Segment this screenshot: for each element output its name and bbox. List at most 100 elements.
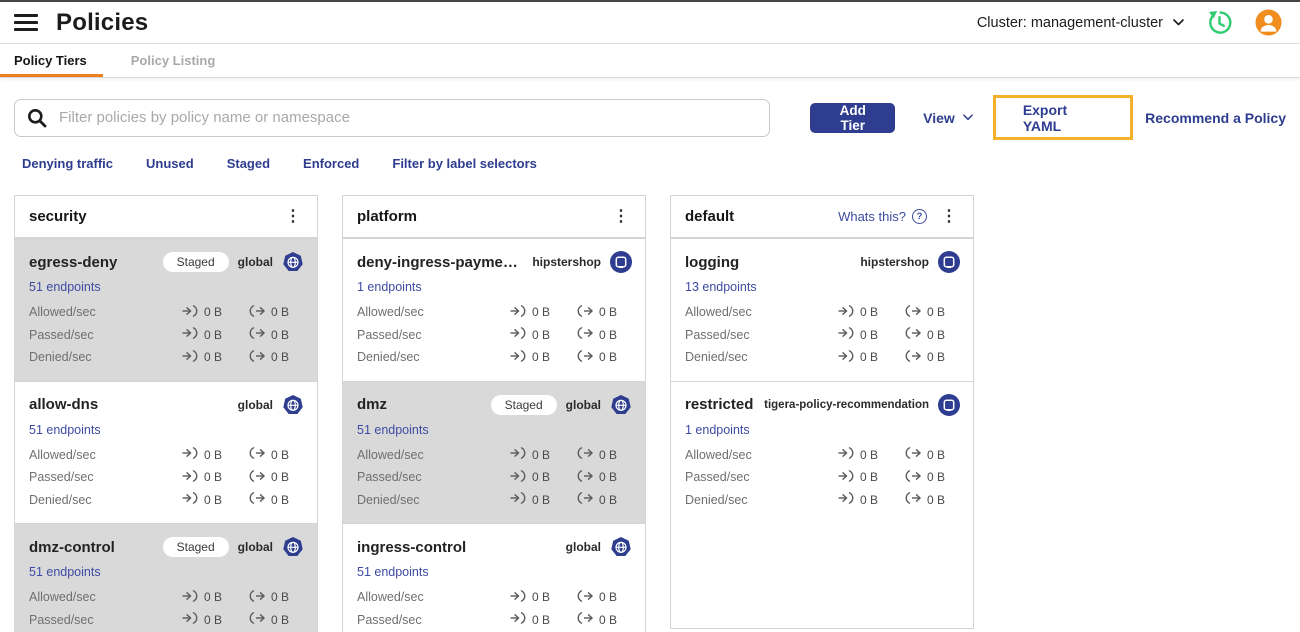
- filter-denying-traffic[interactable]: Denying traffic: [22, 156, 113, 171]
- egress-icon: [577, 304, 594, 320]
- kebab-menu-icon[interactable]: ⋮: [609, 208, 633, 225]
- policy-card-logging[interactable]: logging hipstershop 13 endpoints Allowed…: [671, 238, 973, 381]
- egress-value: 0 B: [271, 447, 290, 462]
- ingress-icon: [838, 492, 855, 507]
- egress-icon: [577, 327, 594, 342]
- view-label: View: [923, 109, 955, 126]
- ingress-value: 0 B: [204, 492, 223, 507]
- egress-value: 0 B: [599, 327, 618, 342]
- recommend-policy-button[interactable]: Recommend a Policy: [1145, 110, 1286, 126]
- ingress-icon: [182, 327, 199, 342]
- filter-unused[interactable]: Unused: [146, 156, 194, 171]
- egress-value: 0 B: [271, 350, 290, 365]
- ingress-icon: [510, 304, 527, 320]
- egress-value: 0 B: [927, 305, 946, 320]
- egress-value: 0 B: [271, 492, 290, 507]
- metric-label: Denied/sec: [357, 350, 420, 365]
- cluster-selector[interactable]: Cluster: management-cluster: [977, 15, 1184, 31]
- endpoints-link[interactable]: 1 endpoints: [685, 423, 750, 437]
- search-icon: [27, 108, 47, 133]
- ingress-value: 0 B: [532, 470, 551, 485]
- policy-card-allow-dns[interactable]: allow-dns global 51 endpoints Allowed/se…: [15, 380, 317, 523]
- endpoints-link[interactable]: 51 endpoints: [357, 423, 429, 437]
- egress-value: 0 B: [927, 470, 946, 485]
- filter-label-selectors[interactable]: Filter by label selectors: [392, 156, 537, 171]
- ingress-value: 0 B: [860, 327, 879, 342]
- policy-card-restricted[interactable]: restricted tigera-policy-recommendation …: [671, 380, 973, 523]
- ingress-value: 0 B: [860, 492, 879, 507]
- metric-label: Passed/sec: [357, 612, 422, 627]
- ingress-icon: [510, 349, 527, 365]
- metric-label: Allowed/sec: [29, 447, 96, 462]
- namespace-scope-icon: [610, 251, 632, 273]
- metric-label: Passed/sec: [29, 612, 94, 627]
- policy-scope-label: hipstershop: [860, 255, 929, 269]
- ingress-icon: [182, 349, 199, 365]
- policy-card-deny-ingress-paymentservice[interactable]: deny-ingress-paymentservi... hipstershop…: [343, 238, 645, 381]
- ingress-icon: [838, 349, 855, 365]
- namespace-scope-icon: [938, 251, 960, 273]
- tier-header: security ⋮: [15, 196, 317, 238]
- ingress-value: 0 B: [204, 447, 223, 462]
- egress-icon: [249, 589, 266, 605]
- ingress-value: 0 B: [860, 305, 879, 320]
- metric-label: Allowed/sec: [29, 590, 96, 605]
- metric-label: Allowed/sec: [29, 305, 96, 320]
- kebab-menu-icon[interactable]: ⋮: [281, 208, 305, 225]
- ingress-icon: [510, 327, 527, 342]
- metric-label: Allowed/sec: [685, 305, 752, 320]
- endpoints-link[interactable]: 51 endpoints: [29, 280, 101, 294]
- policy-card-dmz-control[interactable]: dmz-control Staged global 51 endpoints A…: [15, 523, 317, 632]
- egress-icon: [577, 492, 594, 507]
- egress-value: 0 B: [271, 590, 290, 605]
- egress-value: 0 B: [599, 470, 618, 485]
- filter-staged[interactable]: Staged: [227, 156, 270, 171]
- egress-icon: [249, 304, 266, 320]
- metric-label: Passed/sec: [29, 327, 94, 342]
- whats-this-link[interactable]: Whats this? ?: [838, 209, 927, 224]
- history-icon[interactable]: [1206, 9, 1233, 36]
- export-yaml-label: Export YAML: [1022, 101, 1068, 134]
- egress-icon: [905, 304, 922, 320]
- policy-card-ingress-control[interactable]: ingress-control global 51 endpoints Allo…: [343, 523, 645, 632]
- tab-policy-tiers[interactable]: Policy Tiers: [0, 44, 103, 77]
- ingress-icon: [838, 304, 855, 320]
- ingress-value: 0 B: [532, 305, 551, 320]
- endpoints-link[interactable]: 51 endpoints: [29, 423, 101, 437]
- metric-label: Denied/sec: [29, 350, 92, 365]
- egress-icon: [577, 469, 594, 485]
- export-yaml-button-highlighted[interactable]: Export YAML: [992, 95, 1134, 140]
- chevron-down-icon: [1173, 19, 1184, 26]
- search-input[interactable]: [14, 98, 771, 137]
- ingress-icon: [182, 492, 199, 507]
- endpoints-link[interactable]: 51 endpoints: [29, 565, 101, 579]
- staged-badge: Staged: [490, 394, 557, 415]
- user-avatar-icon[interactable]: [1255, 9, 1282, 36]
- kebab-menu-icon[interactable]: ⋮: [937, 208, 961, 225]
- tier-header: default Whats this? ? ⋮: [671, 196, 973, 238]
- chevron-down-icon: [962, 114, 973, 121]
- endpoints-link[interactable]: 51 endpoints: [357, 565, 429, 579]
- policy-card-dmz[interactable]: dmz Staged global 51 endpoints Allowed/s…: [343, 380, 645, 523]
- help-icon: ?: [912, 209, 927, 224]
- policy-scope-label: global: [237, 540, 273, 554]
- filter-enforced[interactable]: Enforced: [303, 156, 359, 171]
- ingress-icon: [510, 469, 527, 485]
- endpoints-link[interactable]: 13 endpoints: [685, 280, 757, 294]
- egress-icon: [905, 327, 922, 342]
- endpoints-link[interactable]: 1 endpoints: [357, 280, 422, 294]
- egress-value: 0 B: [927, 447, 946, 462]
- ingress-icon: [838, 327, 855, 342]
- egress-icon: [249, 349, 266, 365]
- tab-policy-listing[interactable]: Policy Listing: [121, 44, 226, 77]
- policies-page: Policies Cluster: management-cluster Pol…: [0, 0, 1300, 632]
- ingress-icon: [510, 447, 527, 462]
- policy-card-egress-deny[interactable]: egress-deny Staged global 51 endpoints A…: [15, 238, 317, 381]
- page-title: Policies: [56, 8, 149, 36]
- view-dropdown-button[interactable]: View: [923, 110, 973, 126]
- add-tier-button[interactable]: Add Tier: [810, 102, 896, 133]
- policy-name: deny-ingress-paymentservi...: [357, 253, 525, 271]
- hamburger-menu-icon[interactable]: [14, 14, 38, 31]
- egress-value: 0 B: [927, 350, 946, 365]
- staged-badge: Staged: [162, 252, 229, 272]
